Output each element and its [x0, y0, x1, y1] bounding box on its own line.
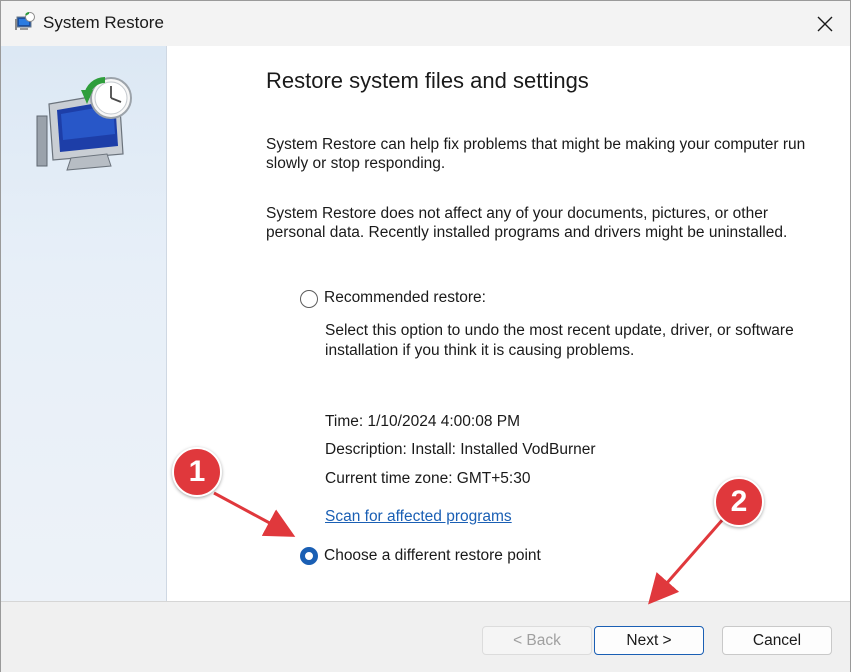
- system-restore-illustration-icon: [36, 76, 132, 171]
- different-restore-point-radio[interactable]: [300, 547, 318, 565]
- close-button[interactable]: [805, 7, 845, 41]
- back-button[interactable]: < Back: [482, 626, 592, 655]
- recommended-restore-label[interactable]: Recommended restore:: [324, 289, 486, 307]
- next-button[interactable]: Next >: [594, 626, 704, 655]
- window-title: System Restore: [43, 13, 164, 32]
- data-safety-text: System Restore does not affect any of yo…: [266, 205, 788, 241]
- page-title: Restore system files and settings: [266, 68, 589, 93]
- different-restore-point-label[interactable]: Choose a different restore point: [324, 547, 541, 565]
- cancel-button[interactable]: Cancel: [722, 626, 832, 655]
- restore-timezone: Current time zone: GMT+5:30: [325, 470, 531, 487]
- close-icon: [817, 16, 833, 32]
- side-panel: [1, 46, 167, 601]
- annotation-badge-1: 1: [172, 447, 222, 497]
- scan-affected-programs-link[interactable]: Scan for affected programs: [325, 508, 512, 526]
- system-restore-window: System Restore Restore system files and …: [0, 0, 851, 672]
- restore-description: Description: Install: Installed VodBurne…: [325, 441, 596, 458]
- recommended-restore-description: Select this option to undo the most rece…: [325, 322, 794, 359]
- intro-text: System Restore can help fix problems tha…: [266, 136, 806, 172]
- restore-time: Time: 1/10/2024 4:00:08 PM: [325, 413, 521, 430]
- title-bar: System Restore: [1, 1, 850, 46]
- system-restore-icon: [15, 12, 35, 30]
- recommended-restore-radio[interactable]: [300, 290, 318, 308]
- button-bar: < Back Next > Cancel: [1, 601, 850, 672]
- annotation-badge-2: 2: [714, 477, 764, 527]
